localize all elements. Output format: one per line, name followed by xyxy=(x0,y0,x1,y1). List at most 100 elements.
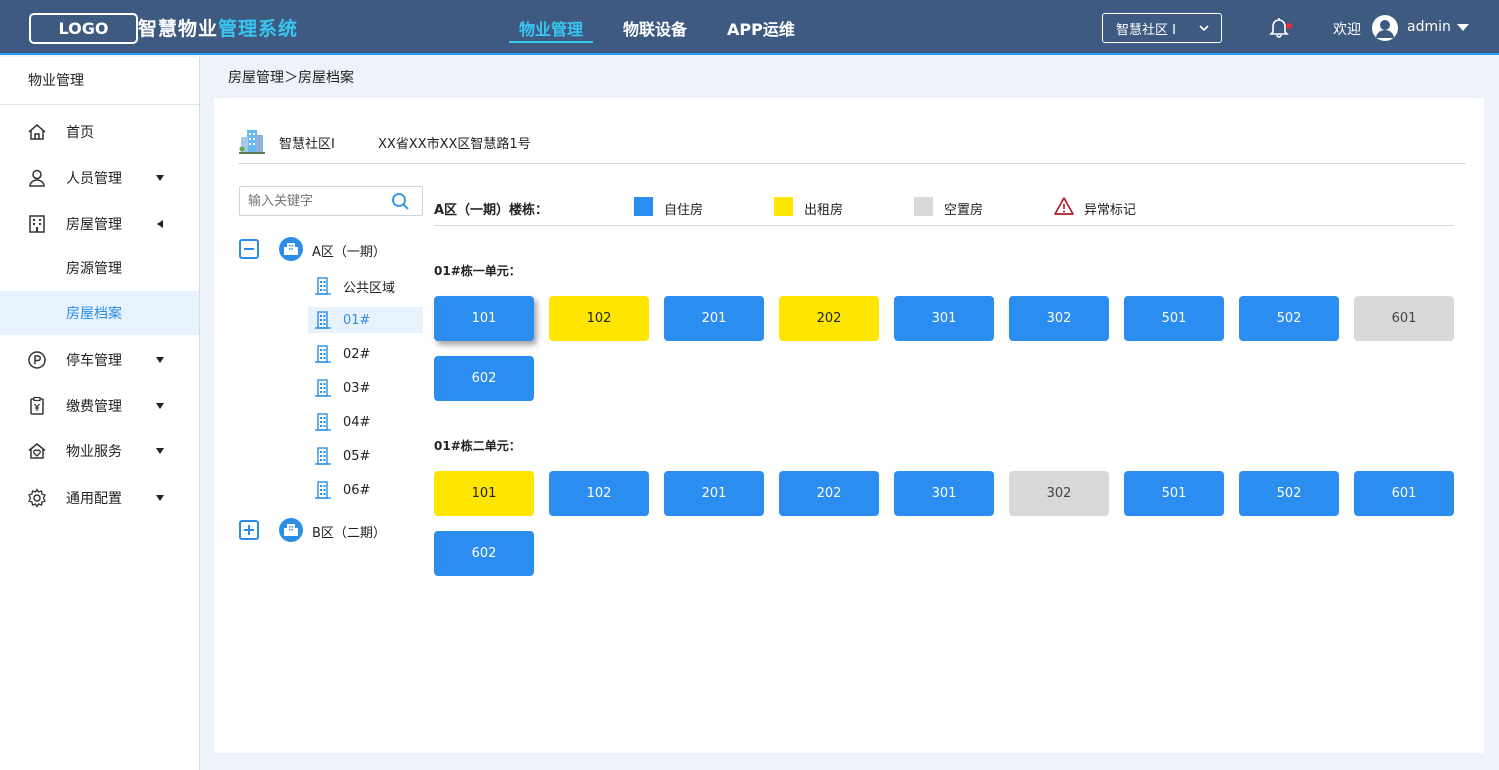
community-select[interactable]: 智慧社区 I xyxy=(1102,13,1222,43)
caret-down-icon xyxy=(156,495,164,501)
divider xyxy=(434,225,1454,226)
top-nav: 物业管理 物联设备 APP运维 xyxy=(509,0,825,55)
room-tile[interactable]: 502 xyxy=(1239,296,1339,341)
legend-swatch-empty xyxy=(914,197,933,216)
sidebar-item-label: 停车管理 xyxy=(66,353,122,369)
username[interactable]: admin xyxy=(1407,19,1451,35)
building-icon xyxy=(315,413,331,431)
room-tile[interactable]: 101 xyxy=(434,471,534,516)
room-tile[interactable]: 602 xyxy=(434,531,534,576)
search-box xyxy=(239,186,423,216)
tree-item-label: 01# xyxy=(343,312,371,328)
search-icon[interactable] xyxy=(391,192,410,211)
legend-title: A区（一期）楼栋： xyxy=(434,203,549,218)
sidebar-item-label: 房屋管理 xyxy=(66,217,122,233)
room-tile[interactable]: 101 xyxy=(434,296,534,341)
app-title-part1: 智慧物业 xyxy=(138,18,219,40)
room-tile[interactable]: 102 xyxy=(549,471,649,516)
sidebar-subitem-listings[interactable]: 房源管理 xyxy=(0,246,199,290)
building-icon xyxy=(315,345,331,363)
search-input[interactable] xyxy=(240,187,380,215)
expand-zone-b-button[interactable] xyxy=(239,520,259,540)
room-tile[interactable]: 202 xyxy=(779,296,879,341)
warning-icon xyxy=(1054,197,1074,215)
notification-dot xyxy=(1286,23,1292,29)
tree-item-01[interactable]: 01# xyxy=(308,307,423,333)
room-tile[interactable]: 601 xyxy=(1354,471,1454,516)
room-tile[interactable]: 102 xyxy=(549,296,649,341)
building-icon xyxy=(315,277,331,295)
sidebar-item-label: 首页 xyxy=(66,125,94,141)
caret-down-icon xyxy=(156,448,164,454)
room-tile[interactable]: 202 xyxy=(779,471,879,516)
user-menu-caret-icon[interactable] xyxy=(1457,24,1469,31)
nav-property-management[interactable]: 物业管理 xyxy=(509,0,594,55)
legend-swatch-rent xyxy=(774,197,793,216)
sidebar-subitem-house-records[interactable]: 房屋档案 xyxy=(0,291,199,335)
welcome-text: 欢迎 xyxy=(1333,22,1361,38)
community-building-icon xyxy=(239,130,265,154)
legend-label-abnormal: 异常标记 xyxy=(1084,203,1137,218)
room-tile[interactable]: 502 xyxy=(1239,471,1339,516)
nav-app-ops[interactable]: APP运维 xyxy=(717,0,805,55)
parking-icon xyxy=(28,351,46,369)
sidebar-item-personnel[interactable]: 人员管理 xyxy=(0,156,199,200)
caret-down-icon xyxy=(156,403,164,409)
sidebar-heading: 物业管理 xyxy=(0,57,199,105)
top-bar: LOGO 智慧物业管理系统 物业管理 物联设备 APP运维 智慧社区 I 欢迎 … xyxy=(0,0,1499,55)
sidebar-item-general-config[interactable]: 通用配置 xyxy=(0,476,199,520)
tree-item-04[interactable]: 04# xyxy=(308,409,423,435)
tree-item-label: 06# xyxy=(343,482,371,498)
unit-title: 01#栋一单元： xyxy=(434,264,521,278)
room-tile[interactable]: 301 xyxy=(894,471,994,516)
tree-item-06[interactable]: 06# xyxy=(308,477,423,503)
tree-item-02[interactable]: 02# xyxy=(308,341,423,367)
tree-zone-a[interactable]: A区（一期） xyxy=(312,241,386,260)
room-tile[interactable]: 302 xyxy=(1009,471,1109,516)
gear-icon xyxy=(28,488,46,508)
legend-label-rent: 出租房 xyxy=(804,203,844,218)
tree-item-label: 04# xyxy=(343,414,371,430)
tree-zone-b[interactable]: B区（二期） xyxy=(312,522,386,541)
room-tile[interactable]: 602 xyxy=(434,356,534,401)
room-tile[interactable]: 201 xyxy=(664,471,764,516)
building-icon xyxy=(29,215,45,233)
room-tile[interactable]: 601 xyxy=(1354,296,1454,341)
room-tile[interactable]: 301 xyxy=(894,296,994,341)
caret-left-icon xyxy=(157,220,163,228)
tree-item-03[interactable]: 03# xyxy=(308,375,423,401)
room-tile[interactable]: 501 xyxy=(1124,471,1224,516)
sidebar-item-property-service[interactable]: 物业服务 xyxy=(0,429,199,473)
sidebar-item-parking[interactable]: 停车管理 xyxy=(0,338,199,382)
service-icon xyxy=(28,443,46,459)
app-title: 智慧物业管理系统 xyxy=(138,14,298,41)
zone-building-icon xyxy=(279,518,303,542)
room-tile[interactable]: 501 xyxy=(1124,296,1224,341)
sidebar-item-label: 物业服务 xyxy=(66,444,122,460)
avatar[interactable] xyxy=(1372,15,1398,41)
caret-down-icon xyxy=(156,175,164,181)
community-address: XX省XX市XX区智慧路1号 xyxy=(378,137,531,152)
sidebar-item-home[interactable]: 首页 xyxy=(0,110,199,154)
tree-item-05[interactable]: 05# xyxy=(308,443,423,469)
sidebar: 物业管理 首页 人员管理 房屋管理 房源管理 房屋档案 停车管理 缴费管理 物业… xyxy=(0,57,200,770)
breadcrumb: 房屋管理＞房屋档案 xyxy=(228,70,354,86)
payment-icon xyxy=(30,396,44,415)
user-icon xyxy=(29,169,45,187)
tree-item-label: 05# xyxy=(343,448,371,464)
sidebar-item-payment[interactable]: 缴费管理 xyxy=(0,384,199,428)
sidebar-item-label: 人员管理 xyxy=(66,171,122,187)
nav-iot-devices[interactable]: 物联设备 xyxy=(613,0,697,55)
legend-label-empty: 空置房 xyxy=(944,203,984,218)
tree-item-label: 公共区域 xyxy=(343,280,396,296)
tree-item-public-area[interactable]: 公共区域 xyxy=(308,273,423,299)
community-select-value: 智慧社区 I xyxy=(1116,22,1176,38)
room-tile[interactable]: 302 xyxy=(1009,296,1109,341)
sidebar-item-label: 通用配置 xyxy=(66,491,122,507)
sidebar-item-housing[interactable]: 房屋管理 xyxy=(0,202,199,246)
sidebar-item-label: 房源管理 xyxy=(66,261,122,277)
room-tile[interactable]: 201 xyxy=(664,296,764,341)
building-icon xyxy=(315,379,331,397)
collapse-zone-a-button[interactable] xyxy=(239,239,259,259)
unit-title: 01#栋二单元： xyxy=(434,439,521,453)
